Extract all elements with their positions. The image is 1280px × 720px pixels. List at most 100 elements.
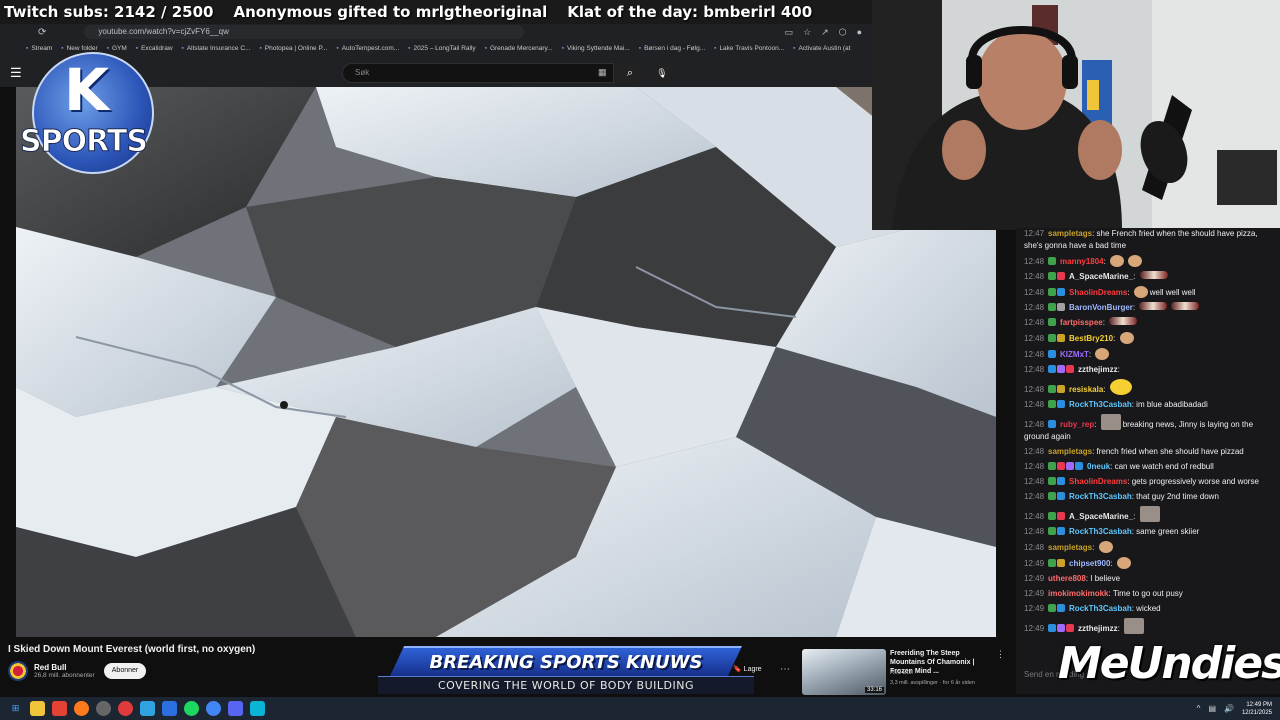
badge-icon[interactable] (1066, 365, 1075, 373)
bookmark-item[interactable]: AutoTempest.com... (336, 45, 399, 52)
chat-username[interactable]: A_SpaceMarine_ (1069, 272, 1133, 281)
chat-username[interactable]: zzthejimzz (1078, 365, 1118, 374)
extensions-icon[interactable]: ⬡ (839, 27, 847, 38)
profile-icon[interactable]: ● (857, 27, 862, 38)
emote-icon[interactable] (1133, 286, 1148, 298)
brave-icon[interactable] (52, 701, 67, 716)
keyboard-icon[interactable]: ▦ (598, 67, 607, 78)
emote-icon[interactable] (1109, 317, 1138, 325)
badge-icon[interactable] (1057, 492, 1066, 500)
app-icon[interactable] (250, 701, 265, 716)
badge-icon[interactable] (1048, 272, 1057, 280)
app-icon[interactable] (118, 701, 133, 716)
emote-icon[interactable] (1139, 271, 1168, 279)
badge-icon[interactable] (1066, 624, 1075, 632)
badge-icon[interactable] (1057, 477, 1066, 485)
chevron-up-icon[interactable]: ^ (1197, 704, 1201, 713)
firefox-icon[interactable] (74, 701, 89, 716)
bookmark-item[interactable]: Viking Syttende Mai... (562, 45, 630, 52)
emote-icon[interactable] (1110, 255, 1125, 267)
chat-username[interactable]: RockTh3Casbah (1069, 527, 1132, 536)
chat-username[interactable]: RockTh3Casbah (1069, 400, 1132, 409)
chat-username[interactable]: ShaolinDreams (1069, 477, 1127, 486)
chat-username[interactable]: chipset900 (1069, 559, 1110, 568)
voice-search-button[interactable]: 🎙 (652, 63, 672, 83)
badge-icon[interactable] (1048, 365, 1057, 373)
emote-icon[interactable] (1100, 414, 1121, 430)
chat-username[interactable]: imokimokimokk (1048, 589, 1108, 598)
badge-icon[interactable] (1057, 624, 1066, 632)
chat-username[interactable]: ruby_rep (1060, 420, 1094, 429)
emote-icon[interactable] (1095, 348, 1110, 360)
emote-icon[interactable] (1124, 618, 1145, 634)
cast-icon[interactable]: ▭ (785, 27, 794, 38)
badge-icon[interactable] (1048, 257, 1057, 265)
clock[interactable]: 12:49 PM 12/21/2025 (1242, 701, 1272, 717)
bookmark-item[interactable]: Activate Austin (at (793, 45, 850, 52)
related-video-thumbnail[interactable]: 33:16 (802, 649, 886, 695)
obs-icon[interactable] (96, 701, 111, 716)
star-icon[interactable]: ☆ (803, 27, 811, 38)
badge-icon[interactable] (1075, 462, 1084, 470)
chrome-icon[interactable] (206, 701, 221, 716)
volume-icon[interactable]: 🔊 (1224, 704, 1234, 713)
badge-icon[interactable] (1048, 527, 1057, 535)
file-explorer-icon[interactable] (30, 701, 45, 716)
badge-icon[interactable] (1048, 288, 1057, 296)
chat-username[interactable]: sampletags (1048, 543, 1092, 552)
badge-icon[interactable] (1066, 462, 1075, 470)
badge-icon[interactable] (1057, 288, 1066, 296)
windows-start-icon[interactable]: ⊞ (8, 701, 23, 716)
badge-icon[interactable] (1048, 492, 1057, 500)
chat-username[interactable]: ShaolinDreams (1069, 288, 1127, 297)
bookmark-item[interactable]: Børsen i dag - Følg... (639, 45, 705, 52)
subscribe-button[interactable]: Abonner (104, 663, 146, 679)
chat-username[interactable]: BestBry210 (1069, 334, 1113, 343)
badge-icon[interactable] (1048, 334, 1057, 342)
chat-username[interactable]: zzthejimzz (1078, 624, 1118, 633)
chat-username[interactable]: manny1804 (1060, 257, 1104, 266)
badge-icon[interactable] (1048, 400, 1057, 408)
badge-icon[interactable] (1048, 604, 1057, 612)
bookmark-item[interactable]: Lake Travis Pontoon... (714, 45, 784, 52)
related-menu-icon[interactable]: ⋮ (996, 649, 1005, 660)
discord-icon[interactable] (228, 701, 243, 716)
emote-icon[interactable] (1109, 379, 1132, 395)
chat-username[interactable]: RockTh3Casbah (1069, 492, 1132, 501)
chat-username[interactable]: fartpisspee (1060, 318, 1103, 327)
more-actions-icon[interactable]: ⋯ (780, 664, 790, 675)
bookmark-item[interactable]: Grenade Mercenary... (485, 45, 553, 52)
reload-icon[interactable]: ⟳ (38, 27, 46, 38)
emote-icon[interactable] (1128, 255, 1143, 267)
chat-username[interactable]: sampletags (1048, 229, 1092, 238)
address-bar[interactable]: youtube.com/watch?v=cjZvFY6__qw (84, 25, 525, 39)
channel-avatar[interactable] (8, 661, 28, 681)
badge-icon[interactable] (1048, 385, 1057, 393)
emote-icon[interactable] (1139, 302, 1168, 310)
badge-icon[interactable] (1048, 350, 1057, 358)
chat-username[interactable]: RockTh3Casbah (1069, 604, 1132, 613)
badge-icon[interactable] (1048, 303, 1057, 311)
badge-icon[interactable] (1057, 512, 1066, 520)
emote-icon[interactable] (1119, 332, 1134, 344)
badge-icon[interactable] (1057, 400, 1066, 408)
emote-icon[interactable] (1171, 302, 1200, 310)
badge-icon[interactable] (1048, 318, 1057, 326)
badge-icon[interactable] (1048, 477, 1057, 485)
badge-icon[interactable] (1057, 462, 1066, 470)
spotify-icon[interactable] (184, 701, 199, 716)
badge-icon[interactable] (1048, 512, 1057, 520)
chat-username[interactable]: KIZMxT (1060, 350, 1089, 359)
badge-icon[interactable] (1048, 559, 1057, 567)
badge-icon[interactable] (1057, 527, 1066, 535)
app-icon[interactable] (162, 701, 177, 716)
badge-icon[interactable] (1048, 624, 1057, 632)
badge-icon[interactable] (1057, 604, 1066, 612)
telegram-icon[interactable] (140, 701, 155, 716)
badge-icon[interactable] (1057, 272, 1066, 280)
chat-username[interactable]: A_SpaceMarine_ (1069, 512, 1133, 521)
emote-icon[interactable] (1116, 557, 1131, 569)
search-button[interactable]: ⌕ (616, 63, 644, 83)
chat-username[interactable]: uthere808 (1048, 574, 1086, 583)
bookmark-item[interactable]: 2025 – LongTail Rally (408, 45, 475, 52)
